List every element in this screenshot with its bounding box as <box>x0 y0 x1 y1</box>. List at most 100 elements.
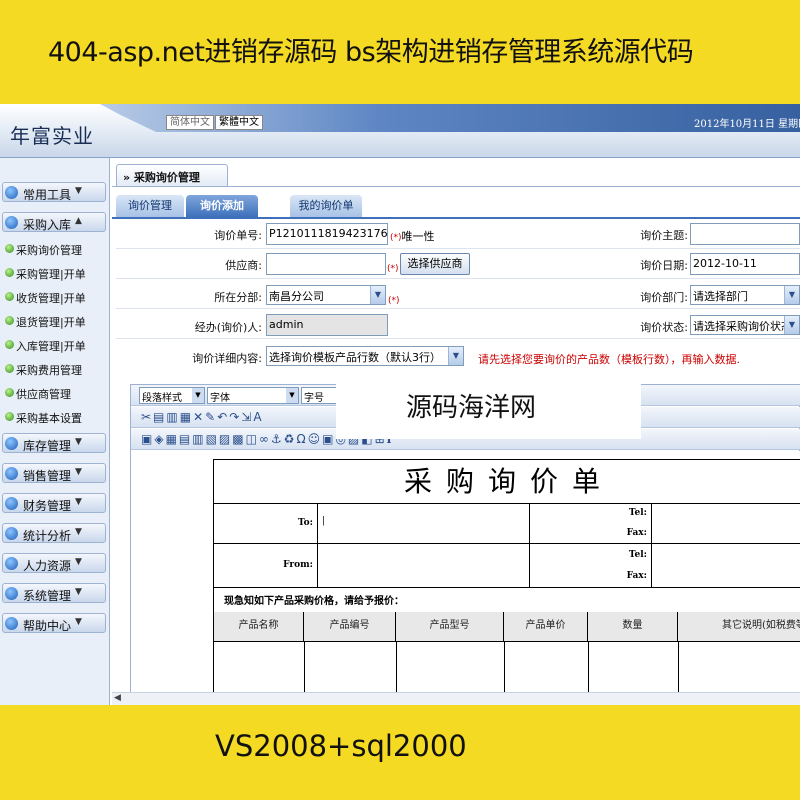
sidebar-group-finance[interactable]: 财务管理 ▼ <box>2 493 106 513</box>
supplier-input[interactable] <box>266 253 386 275</box>
branch-label: 所在分部: <box>214 291 262 304</box>
sidebar-item-purchase-order[interactable]: 采购管理|开单 <box>3 264 108 282</box>
breadcrumb-label: » 采购询价管理 <box>123 171 200 184</box>
banner-subtitle: VS2008+sql2000 <box>215 729 467 763</box>
sidebar-group-system[interactable]: 系统管理 ▼ <box>2 583 106 603</box>
chevron-down-icon: ▼ <box>784 316 799 334</box>
bottom-banner: VS2008+sql2000 <box>0 705 800 800</box>
dept-label: 询价部门: <box>640 291 688 304</box>
branch-select[interactable]: 南昌分公司 ▼ <box>266 285 386 305</box>
sidebar-item-label: 采购费用管理 <box>16 364 82 377</box>
chevron-down-icon: ▼ <box>448 347 463 365</box>
sidebar-group-label: 财务管理 <box>23 499 72 513</box>
date-label: 询价日期: <box>640 259 688 272</box>
status-label: 询价状态: <box>640 321 688 334</box>
sidebar-group-inventory[interactable]: 库存管理 ▼ <box>2 433 106 453</box>
product-table-header: 产品名称 产品编号 产品型号 产品单价 数量 其它说明(如税费等) <box>214 612 800 642</box>
subject-label: 询价主题: <box>640 229 688 242</box>
tab-inquiry-add[interactable]: 询价添加 <box>186 195 258 217</box>
font-select[interactable]: 字体 ▼ <box>207 387 299 404</box>
chevron-down-icon: ▼ <box>75 587 82 597</box>
sidebar-group-statistics[interactable]: 统计分析 ▼ <box>2 523 106 543</box>
inquiry-form: 询价单号: P1210111819423176 (*)唯一性 询价主题: 供应商… <box>116 219 800 379</box>
bullet-icon <box>5 244 14 253</box>
bullet-icon <box>5 340 14 349</box>
handler-input[interactable]: admin <box>266 314 388 336</box>
sidebar-item-label: 入库管理|开单 <box>16 340 86 353</box>
sidebar-group-hr[interactable]: 人力资源 ▼ <box>2 553 106 573</box>
tab-my-inquiries[interactable]: 我的询价单 <box>290 195 362 217</box>
subject-input[interactable] <box>690 223 800 245</box>
edit-tools-icon[interactable]: ✂▤▥▦✕✎↶↷⇲A <box>141 410 264 424</box>
sidebar-item-returns[interactable]: 退货管理|开单 <box>3 312 108 330</box>
arrow-circle-icon <box>5 467 18 480</box>
sidebar-item-purchase-fees[interactable]: 采购费用管理 <box>3 360 108 378</box>
form-row: 询价详细内容: 选择询价模板产品行数（默认3行） ▼ 请先选择您要询价的产品数（模… <box>116 339 800 369</box>
lang-traditional-button[interactable]: 繁體中文 <box>215 115 263 130</box>
chevron-down-icon: ▼ <box>286 388 298 403</box>
form-row: 经办(询价)人: admin 询价状态: 请选择采购询价状态 ▼ <box>116 309 800 339</box>
dept-value: 请选择部门 <box>693 290 748 303</box>
to-row: To: | Tel: Fax: <box>214 504 800 544</box>
bullet-icon <box>5 388 14 397</box>
banner-title: 404-asp.net进销存源码 bs架构进销存管理系统源代码 <box>48 37 694 68</box>
bullet-icon <box>5 364 14 373</box>
paragraph-style-select[interactable]: 段落样式 ▼ <box>139 387 205 404</box>
inquiry-document: 采购询价单 To: | Tel: Fax: From: Tel: Fax: 现急… <box>213 459 800 696</box>
sidebar-group-sales[interactable]: 销售管理 ▼ <box>2 463 106 483</box>
sidebar-item-receiving[interactable]: 收货管理|开单 <box>3 288 108 306</box>
date-input[interactable]: 2012-10-11 <box>690 253 800 275</box>
column-header: 产品名称 <box>214 612 304 642</box>
bullet-icon <box>5 316 14 325</box>
chevron-down-icon: ▼ <box>75 617 82 627</box>
sidebar-group-label: 系统管理 <box>23 589 72 603</box>
company-logo: 年富实业 <box>10 124 94 148</box>
chevron-down-icon: ▼ <box>75 527 82 537</box>
top-banner: 404-asp.net进销存源码 bs架构进销存管理系统源代码 <box>0 0 800 104</box>
inquiry-no-input[interactable]: P1210111819423176 <box>266 223 388 245</box>
sidebar-group-help[interactable]: 帮助中心 ▼ <box>2 613 106 633</box>
form-row: 询价单号: P1210111819423176 (*)唯一性 询价主题: <box>116 219 800 249</box>
sidebar-item-purchase-settings[interactable]: 采购基本设置 <box>3 408 108 426</box>
sidebar-item-stock-in[interactable]: 入库管理|开单 <box>3 336 108 354</box>
sidebar-item-label: 收货管理|开单 <box>16 292 86 305</box>
required-star: (*) <box>387 264 399 274</box>
supplier-label: 供应商: <box>225 259 262 272</box>
bullet-icon <box>5 292 14 301</box>
sidebar-group-tools[interactable]: 常用工具 ▼ <box>2 182 106 202</box>
form-row: 所在分部: 南昌分公司 ▼ (*) 询价部门: 请选择部门 ▼ <box>116 279 800 309</box>
watermark-box: 源码海洋网 <box>336 375 641 439</box>
arrow-circle-icon <box>5 186 18 199</box>
template-rows-select[interactable]: 选择询价模板产品行数（默认3行） ▼ <box>266 346 464 366</box>
bullet-icon <box>5 268 14 277</box>
tab-inquiry-manage[interactable]: 询价管理 <box>116 195 184 217</box>
sidebar: 常用工具 ▼ 采购入库 ▲ 采购询价管理 采购管理|开单 收货管理|开单 退货管… <box>0 158 110 705</box>
sidebar-group-purchase[interactable]: 采购入库 ▲ <box>2 212 106 232</box>
choose-supplier-button[interactable]: 选择供应商 <box>400 253 470 275</box>
arrow-circle-icon <box>5 527 18 540</box>
form-row: 供应商: (*) 选择供应商 询价日期: 2012-10-11 <box>116 249 800 279</box>
chevron-left-icon[interactable]: ◀ <box>114 693 121 703</box>
sidebar-item-inquiry[interactable]: 采购询价管理 <box>3 240 108 258</box>
branch-value: 南昌分公司 <box>269 290 324 303</box>
inquiry-no-label: 询价单号: <box>214 229 262 242</box>
font-value: 字体 <box>210 393 230 404</box>
handler-label: 经办(询价)人: <box>194 321 262 334</box>
app-header: 年富实业 简体中文 繁體中文 2012年10月11日 星期四 <box>0 104 800 158</box>
sidebar-item-suppliers[interactable]: 供应商管理 <box>3 384 108 402</box>
sidebar-group-label: 统计分析 <box>23 529 72 543</box>
lang-simplified-button[interactable]: 简体中文 <box>166 115 214 130</box>
header-date: 2012年10月11日 星期四 <box>694 119 800 130</box>
editor-canvas[interactable]: 采购询价单 To: | Tel: Fax: From: Tel: Fax: 现急… <box>131 451 800 696</box>
status-select[interactable]: 请选择采购询价状态 ▼ <box>690 315 800 335</box>
sidebar-item-label: 采购管理|开单 <box>16 268 86 281</box>
chevron-up-icon: ▲ <box>75 216 82 226</box>
column-header: 产品单价 <box>504 612 588 642</box>
column-header: 数量 <box>588 612 678 642</box>
breadcrumb: » 采购询价管理 <box>116 164 228 186</box>
paragraph-style-value: 段落样式 <box>142 393 182 404</box>
horizontal-scrollbar[interactable]: ◀ <box>112 692 800 705</box>
sidebar-group-label: 帮助中心 <box>23 619 72 633</box>
dept-select[interactable]: 请选择部门 ▼ <box>690 285 800 305</box>
sidebar-group-label: 常用工具 <box>23 188 72 202</box>
